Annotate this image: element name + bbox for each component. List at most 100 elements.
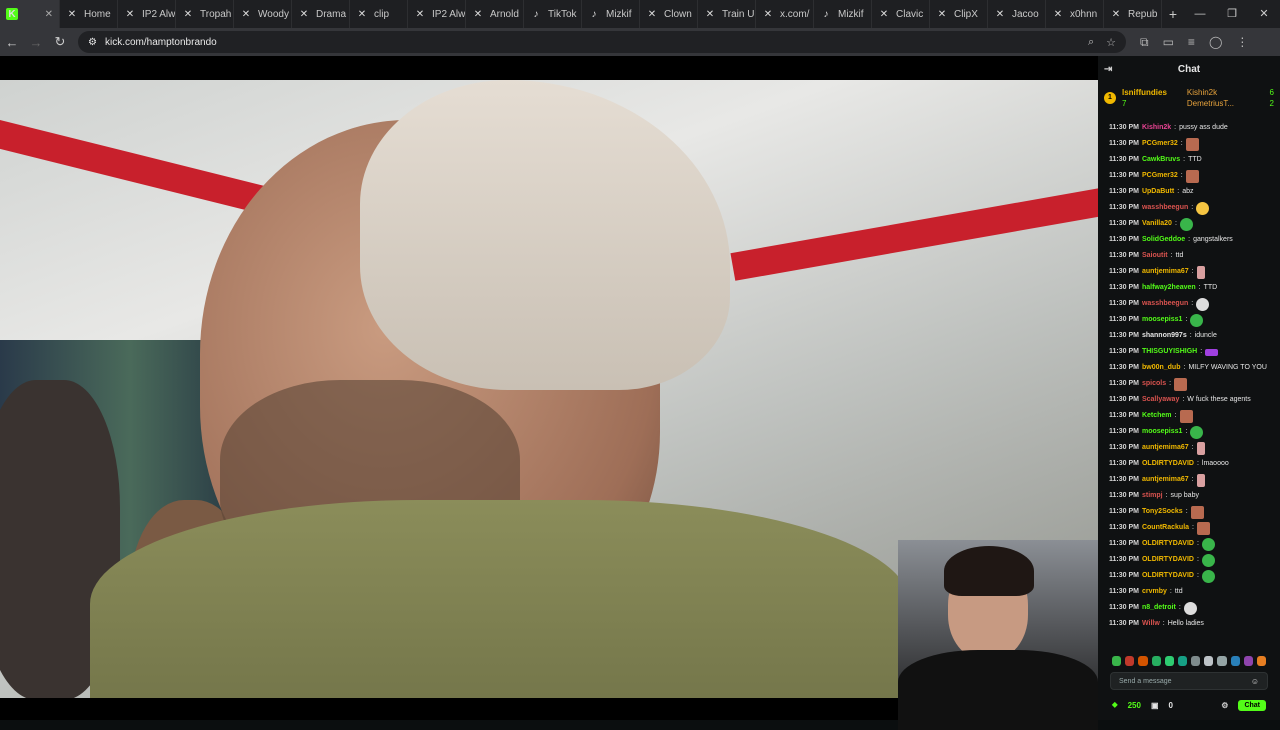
minimize-button[interactable]: — <box>1184 0 1216 28</box>
chat-message-list[interactable]: 11:30 PM Kishin2k: pussy ass dude 11:30 PM P… <box>1098 120 1280 650</box>
message-username[interactable]: UpDaButt <box>1142 184 1174 200</box>
message-username[interactable]: spicols <box>1142 376 1166 392</box>
browser-tab[interactable]: ✕ ClipX <box>930 0 988 28</box>
url-field[interactable]: ⚙ kick.com/hamptonbrando ⌕ ☆ <box>78 31 1126 53</box>
browser-tab[interactable]: ✕ IP2 Alw <box>118 0 176 28</box>
browser-tab[interactable]: ✕ Jacoo <box>988 0 1046 28</box>
message-username[interactable]: Ketchem <box>1142 408 1172 424</box>
quick-emote-icon[interactable] <box>1243 656 1253 666</box>
message-username[interactable]: shannon997s <box>1142 328 1187 344</box>
menu-icon[interactable]: ⋮ <box>1236 35 1248 50</box>
quick-emote-icon[interactable] <box>1230 656 1240 666</box>
message-username[interactable]: Scallyaway <box>1142 392 1179 408</box>
send-chat-button[interactable]: Chat <box>1238 699 1266 711</box>
message-username[interactable]: Vanilla20 <box>1142 216 1172 232</box>
browser-tab[interactable]: ✕ Train U <box>698 0 756 28</box>
channel-points-icon[interactable]: ⬥ <box>1112 700 1118 710</box>
forward-button[interactable]: → <box>24 35 48 50</box>
browser-tab[interactable]: ✕ x0hnn <box>1046 0 1104 28</box>
quick-emote-icon[interactable] <box>1138 656 1148 666</box>
message-username[interactable]: OLDIRTYDAVID <box>1142 456 1194 472</box>
message-username[interactable]: Tony2Socks <box>1142 504 1183 520</box>
leader-name[interactable]: DemetriusT... <box>1187 99 1234 108</box>
quick-emote-icon[interactable] <box>1191 656 1201 666</box>
browser-tab[interactable]: ✕ Arnold <box>466 0 524 28</box>
message-timestamp: 11:30 PM <box>1109 572 1139 579</box>
browser-tab[interactable]: ✕ Home <box>60 0 118 28</box>
message-username[interactable]: OLDIRTYDAVID <box>1142 568 1194 584</box>
message-username[interactable]: crvmby <box>1142 584 1167 600</box>
message-username[interactable]: n8_detroit <box>1142 600 1176 616</box>
site-info-icon[interactable]: ⚙ <box>88 37 97 48</box>
chat-message: 11:30 PM SolidGeddoe: gangstalkers <box>1098 232 1280 248</box>
zoom-icon[interactable]: ⌕ <box>1088 36 1094 49</box>
back-button[interactable]: ← <box>0 35 24 50</box>
message-username[interactable]: auntjemima67 <box>1142 472 1189 488</box>
browser-tab[interactable]: ✕ Clavic <box>872 0 930 28</box>
message-username[interactable]: CawkBruvs <box>1142 152 1180 168</box>
quick-emote-icon[interactable] <box>1204 656 1214 666</box>
quick-emote-icon[interactable] <box>1112 656 1122 666</box>
browser-tab[interactable]: K ✕ <box>0 0 60 28</box>
message-username[interactable]: Kishin2k <box>1142 120 1171 136</box>
message-username[interactable]: THISGUYISHIGH <box>1142 344 1197 360</box>
browser-tab[interactable]: ✕ x.com/ <box>756 0 814 28</box>
leader-name[interactable]: Kishin2k <box>1187 88 1234 97</box>
extensions-icon[interactable]: ⧉ <box>1140 35 1149 50</box>
browser-tab[interactable]: ♪ Mizkif <box>814 0 872 28</box>
browser-tab[interactable]: ♪ Mizkif <box>582 0 640 28</box>
browser-tab[interactable]: ✕ Woody <box>234 0 292 28</box>
message-username[interactable]: PCGmer32 <box>1142 168 1178 184</box>
maximize-button[interactable]: ❐ <box>1216 0 1248 28</box>
message-username[interactable]: SolidGeddoe <box>1142 232 1185 248</box>
media-controls-icon[interactable]: ≡ <box>1188 35 1195 50</box>
message-username[interactable]: moosepiss1 <box>1142 312 1182 328</box>
browser-tab[interactable]: ✕ IP2 Alw <box>408 0 466 28</box>
chat-input[interactable]: Send a message ☺ <box>1110 672 1268 690</box>
bookmark-star-icon[interactable]: ☆ <box>1106 36 1116 49</box>
message-username[interactable]: Saioutit <box>1142 248 1168 264</box>
message-username[interactable]: bw00n_dub <box>1142 360 1181 376</box>
leader-name[interactable]: lsniffundies <box>1122 88 1167 97</box>
browser-tab[interactable]: ✕ Drama <box>292 0 350 28</box>
message-username[interactable]: halfway2heaven <box>1142 280 1196 296</box>
player-top-bar <box>0 56 1098 80</box>
message-username[interactable]: wasshbeegun <box>1142 296 1188 312</box>
message-text: abz <box>1182 188 1194 195</box>
message-username[interactable]: moosepiss1 <box>1142 424 1182 440</box>
collapse-chat-icon[interactable]: ⇥ <box>1104 64 1112 75</box>
chat-message: 11:30 PM Ketchem: <box>1098 408 1280 424</box>
reload-button[interactable]: ↻ <box>48 34 72 50</box>
message-username[interactable]: CountRackula <box>1142 520 1189 536</box>
message-username[interactable]: PCGmer32 <box>1142 136 1178 152</box>
browser-tab[interactable]: ✕ Tropah <box>176 0 234 28</box>
close-window-button[interactable]: ✕ <box>1248 0 1280 28</box>
quick-emote-icon[interactable] <box>1151 656 1161 666</box>
quick-emote-icon[interactable] <box>1164 656 1174 666</box>
browser-tab[interactable]: ✕ Clown <box>640 0 698 28</box>
quick-emote-icon[interactable] <box>1177 656 1188 666</box>
browser-tab[interactable]: ♪ TikTok <box>524 0 582 28</box>
message-username[interactable]: wasshbeegun <box>1142 200 1188 216</box>
message-username[interactable]: Willw <box>1142 616 1160 632</box>
message-timestamp: 11:30 PM <box>1109 268 1139 275</box>
quick-emote-icon[interactable] <box>1217 656 1227 666</box>
emoji-picker-icon[interactable]: ☺ <box>1251 677 1259 686</box>
browser-tab[interactable]: ✕ clip <box>350 0 408 28</box>
gift-icon[interactable]: ▣ <box>1151 701 1159 710</box>
message-username[interactable]: stimpj <box>1142 488 1163 504</box>
cast-icon[interactable]: ▭ <box>1163 35 1174 50</box>
message-username[interactable]: auntjemima67 <box>1142 440 1189 456</box>
quick-emote-bar <box>1098 652 1280 670</box>
new-tab-button[interactable]: + <box>1162 6 1184 22</box>
close-tab-icon[interactable]: ✕ <box>45 9 53 20</box>
message-username[interactable]: auntjemima67 <box>1142 264 1189 280</box>
chat-settings-gear-icon[interactable]: ⚙ <box>1221 701 1228 710</box>
browser-tab[interactable]: ✕ Repub <box>1104 0 1162 28</box>
message-username[interactable]: OLDIRTYDAVID <box>1142 536 1194 552</box>
quick-emote-icon[interactable] <box>1125 656 1135 666</box>
profile-icon[interactable]: ◯ <box>1209 35 1222 50</box>
message-username[interactable]: OLDIRTYDAVID <box>1142 552 1194 568</box>
quick-emote-icon[interactable] <box>1256 656 1267 666</box>
message-timestamp: 11:30 PM <box>1109 380 1139 387</box>
